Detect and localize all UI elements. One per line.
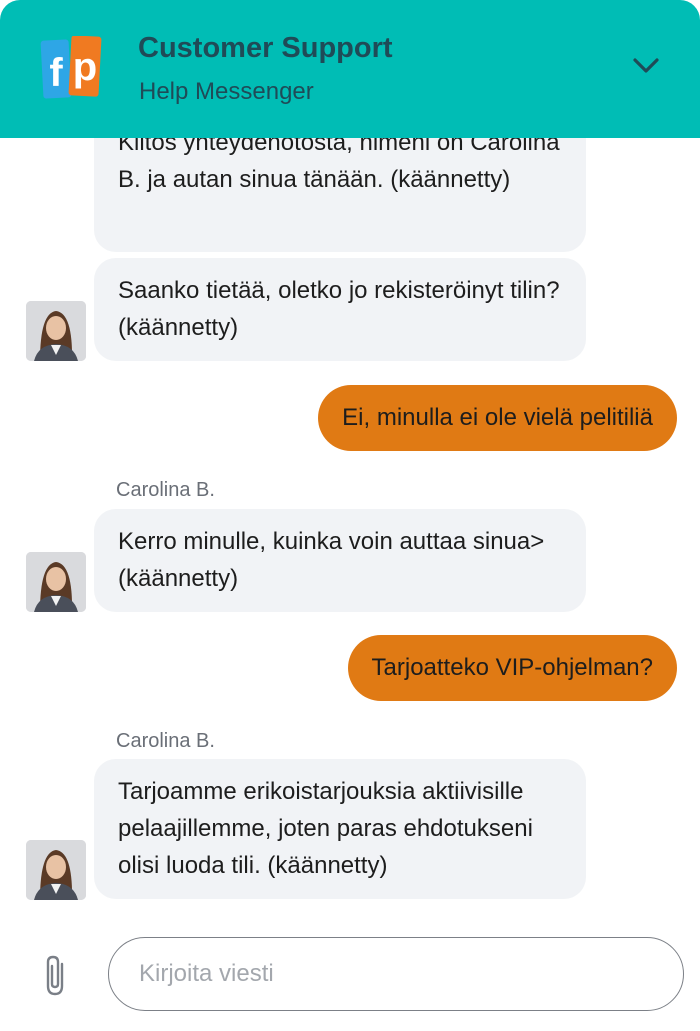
agent-message: Saanko tietää, oletko jo rekisteröinyt t…	[94, 258, 586, 361]
agent-message: Kerro minulle, kuinka voin auttaa sinua>…	[94, 509, 586, 612]
attach-button[interactable]	[38, 952, 74, 1000]
svg-text:f: f	[49, 51, 63, 95]
collapse-button[interactable]	[624, 50, 668, 82]
header-title: Customer Support	[138, 32, 393, 64]
agent-avatar	[26, 301, 86, 361]
agent-message: Kiitos yhteydenotosta, nimeni on Carolin…	[94, 138, 586, 252]
message-list[interactable]: Kiitos yhteydenotosta, nimeni on Carolin…	[0, 138, 700, 918]
fp-logo: f p	[40, 36, 102, 99]
agent-avatar	[26, 552, 86, 612]
user-message: Ei, minulla ei ole vielä pelitiliä	[318, 385, 677, 451]
sender-name: Carolina B.	[116, 730, 215, 752]
message-input[interactable]	[108, 937, 684, 1011]
agent-avatar	[26, 840, 86, 900]
sender-name: Carolina B.	[116, 479, 215, 501]
agent-message: Tarjoamme erikoistarjouksia aktiivisille…	[94, 759, 586, 899]
header-subtitle: Help Messenger	[139, 78, 314, 105]
user-message: Tarjoatteko VIP-ohjelman?	[347, 635, 677, 701]
chevron-down-icon	[633, 58, 659, 73]
paperclip-icon	[46, 955, 64, 996]
chat-header: f p Customer Support Help Messenger	[0, 0, 700, 138]
svg-text:p: p	[73, 45, 97, 89]
